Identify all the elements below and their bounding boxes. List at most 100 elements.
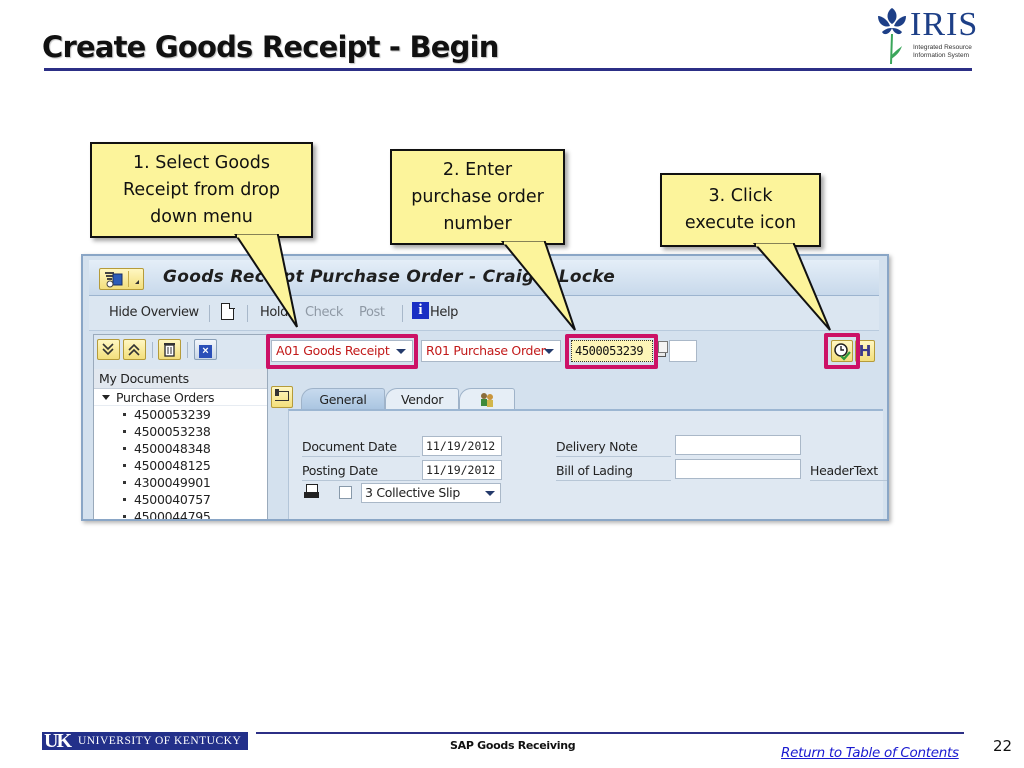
return-to-toc-link[interactable]: Return to Table of Contents <box>781 745 959 761</box>
footer-title: SAP Goods Receiving <box>450 739 576 752</box>
print-version-dropdown[interactable]: 3 Collective Slip <box>361 483 501 503</box>
tree-folder-purchase-orders[interactable]: Purchase Orders <box>94 389 267 406</box>
tree-item-label: 4500044795 <box>134 509 211 521</box>
document-date-input[interactable]: 11/19/2012 <box>422 436 502 456</box>
uk-logo-abbr: UK <box>44 730 72 752</box>
chevron-down-icon <box>544 349 554 354</box>
tree-item-label: 4500048125 <box>134 458 211 473</box>
bullet-icon <box>123 413 126 416</box>
print-checkbox[interactable] <box>339 486 352 499</box>
callout-step-3-text: 3. Click execute icon <box>684 186 797 233</box>
sap-toolbar: Hide Overview Hold Check Post i Help <box>89 296 879 331</box>
footer-divider <box>256 732 964 734</box>
close-icon: × <box>199 345 212 358</box>
callout-step-1: 1. Select Goods Receipt from drop down m… <box>90 142 313 238</box>
page-number: 22 <box>993 737 1013 755</box>
my-documents-header: My Documents <box>94 369 267 389</box>
documents-tree: Purchase Orders 4500053239 4500053238 45… <box>94 389 267 521</box>
callout-step-2-text: 2. Enter purchase order number <box>411 159 544 234</box>
tree-item-label: 4500053238 <box>134 424 211 439</box>
tree-item[interactable]: 4500053238 <box>94 423 267 440</box>
reference-dropdown[interactable]: R01 Purchase Order <box>421 340 561 362</box>
callout-step-2: 2. Enter purchase order number <box>390 149 565 245</box>
tree-item-label: 4500053239 <box>134 407 211 422</box>
toolbar-separator <box>209 305 210 322</box>
panel-toolbar-separator <box>152 342 153 358</box>
highlight-execute-button <box>824 333 860 369</box>
iris-logo-subtitle: Integrated Resource Information System <box>913 44 972 60</box>
collapse-all-icon <box>128 343 140 356</box>
bullet-icon <box>123 430 126 433</box>
tree-item-label: 4300049901 <box>134 475 211 490</box>
document-overview-panel: × My Documents Purchase Orders 450005323… <box>93 334 268 521</box>
iris-logo: IRIS Integrated Resource Information Sys… <box>872 4 982 66</box>
document-overview-toolbar: × <box>94 335 267 369</box>
print-version-value: 3 Collective Slip <box>365 485 460 500</box>
bullet-icon <box>123 481 126 484</box>
bill-of-lading-label: Bill of Lading <box>556 461 671 481</box>
hide-overview-button[interactable]: Hide Overview <box>109 305 199 320</box>
uk-logo-name: UNIVERSITY OF KENTUCKY <box>78 735 242 747</box>
document-date-label: Document Date <box>302 437 420 457</box>
slide-title: Create Goods Receipt - Begin <box>42 30 499 64</box>
tree-item[interactable]: 4500048348 <box>94 440 267 457</box>
tab-vendor[interactable]: Vendor <box>385 388 459 410</box>
sap-window-title: Goods Receipt Purchase Order - Craig E L… <box>163 267 616 287</box>
toggle-detail-icon-mark <box>275 389 279 396</box>
bullet-icon <box>123 515 126 518</box>
callout-step-3: 3. Click execute icon <box>660 173 821 247</box>
bullet-icon <box>123 447 126 450</box>
tree-item-label: 4500040757 <box>134 492 211 507</box>
partners-icon <box>481 393 493 407</box>
callout-step-1-text: 1. Select Goods Receipt from drop down m… <box>123 152 280 227</box>
uk-logo: UK UNIVERSITY OF KENTUCKY <box>42 730 248 752</box>
menu-icon <box>105 272 123 288</box>
collapse-all-button[interactable] <box>123 339 146 360</box>
tab-partners[interactable] <box>459 388 515 410</box>
delete-button[interactable] <box>158 339 181 360</box>
iris-subtitle-line-1: Integrated Resource <box>913 44 972 51</box>
bullet-icon <box>123 464 126 467</box>
tree-item[interactable]: 4500048125 <box>94 457 267 474</box>
po-item-input[interactable] <box>669 340 697 362</box>
info-icon[interactable]: i <box>412 302 429 319</box>
iris-subtitle-line-2: Information System <box>913 52 969 59</box>
tree-item[interactable]: 4300049901 <box>94 474 267 491</box>
trash-icon <box>164 343 175 357</box>
sap-titlebar: Goods Receipt Purchase Order - Craig E L… <box>89 260 879 296</box>
new-document-icon[interactable] <box>221 302 235 320</box>
tree-item[interactable]: 4500040757 <box>94 491 267 508</box>
delivery-note-input[interactable] <box>675 435 801 455</box>
toolbar-separator <box>402 305 403 322</box>
title-divider <box>44 68 972 71</box>
tree-folder-label: Purchase Orders <box>116 390 215 405</box>
hold-button[interactable]: Hold <box>260 305 288 320</box>
printer-icon <box>304 484 319 498</box>
posting-date-label: Posting Date <box>302 461 420 481</box>
toggle-detail-button[interactable] <box>271 386 293 408</box>
iris-logo-word: IRIS <box>910 6 979 43</box>
header-text-label: HeaderText <box>810 461 887 481</box>
bill-of-lading-input[interactable] <box>675 459 801 479</box>
iris-flower-icon <box>878 8 906 65</box>
reference-dropdown-value: R01 Purchase Order <box>426 343 546 358</box>
tree-item-label: 4500048348 <box>134 441 211 456</box>
system-menu-button[interactable] <box>99 268 144 290</box>
posting-date-input[interactable]: 11/19/2012 <box>422 460 502 480</box>
help-button[interactable]: Help <box>430 305 458 320</box>
check-button[interactable]: Check <box>305 305 343 320</box>
chevron-down-icon <box>485 491 495 496</box>
toolbar-separator <box>247 305 248 322</box>
highlight-action-dropdown <box>266 334 418 369</box>
expand-all-button[interactable] <box>97 339 120 360</box>
tree-item[interactable]: 4500044795 <box>94 508 267 521</box>
expand-all-icon <box>102 343 114 356</box>
post-button[interactable]: Post <box>359 305 385 320</box>
tab-general[interactable]: General <box>301 388 385 410</box>
close-panel-button[interactable]: × <box>194 339 217 360</box>
delivery-note-label: Delivery Note <box>556 437 671 457</box>
tree-item[interactable]: 4500053239 <box>94 406 267 423</box>
expand-triangle-icon <box>102 395 110 400</box>
menu-button-separator <box>128 271 129 287</box>
panel-toolbar-separator <box>187 342 188 358</box>
